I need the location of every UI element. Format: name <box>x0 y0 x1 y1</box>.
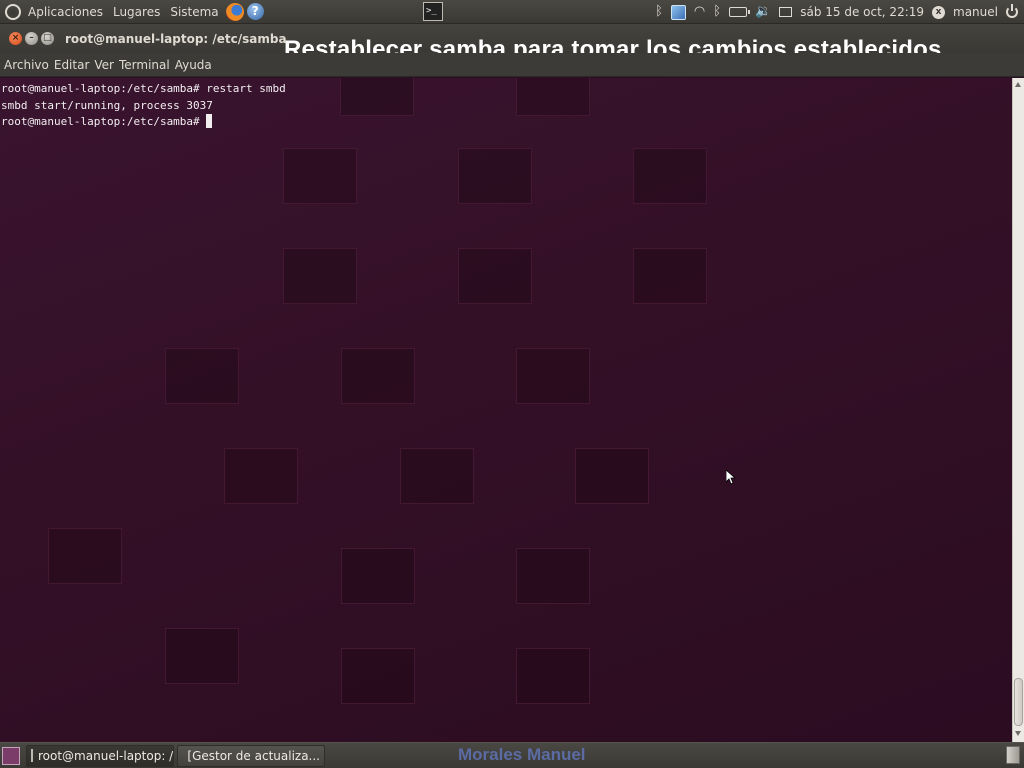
maximize-button[interactable]: □ <box>41 32 54 45</box>
scrollbar-thumb[interactable] <box>1014 678 1023 726</box>
taskbar-item-terminal[interactable]: root@manuel-laptop: /e... <box>26 744 174 767</box>
top-panel: Aplicaciones Lugares Sistema ? >_ ᛒ ◠ ᛒ … <box>0 0 1024 24</box>
terminal-icon <box>31 749 33 762</box>
user-name[interactable]: manuel <box>953 5 998 19</box>
menu-ver[interactable]: Ver <box>92 58 117 72</box>
wifi-icon[interactable]: ◠ <box>694 0 705 24</box>
terminal-area[interactable]: root@manuel-laptop:/etc/samba# restart s… <box>0 78 1012 742</box>
desktop-ghost-icon <box>283 148 357 204</box>
terminal-launcher-icon[interactable]: >_ <box>423 2 443 21</box>
minimize-button[interactable]: – <box>25 32 38 45</box>
window-title: root@manuel-laptop: /etc/samba <box>65 31 287 46</box>
desktop-ghost-icon <box>165 628 239 684</box>
help-icon[interactable]: ? <box>246 3 264 20</box>
desktop-ghost-icon <box>458 248 532 304</box>
power-icon[interactable] <box>1006 4 1018 18</box>
close-button[interactable]: × <box>9 32 22 45</box>
terminal-output: root@manuel-laptop:/etc/samba# restart s… <box>1 81 286 131</box>
battery-icon[interactable] <box>729 7 751 17</box>
trash-icon[interactable] <box>1006 746 1020 764</box>
scroll-up-arrow-icon[interactable] <box>1015 82 1021 87</box>
desktop-ghost-icon <box>633 148 707 204</box>
user-icon[interactable]: x <box>932 5 946 19</box>
scroll-down-arrow-icon[interactable] <box>1015 731 1021 736</box>
terminal-prompt: root@manuel-laptop:/etc/samba# <box>1 115 207 128</box>
ubuntu-logo-icon[interactable] <box>5 3 21 20</box>
desktop-ghost-icon <box>516 348 590 404</box>
mail-icon[interactable] <box>779 7 793 17</box>
desktop-ghost-icon <box>283 248 357 304</box>
menu-terminal[interactable]: Terminal <box>117 58 173 72</box>
desktop-ghost-icon <box>516 78 590 116</box>
desktop-ghost-icon <box>341 548 415 604</box>
show-desktop-button[interactable] <box>2 746 20 765</box>
watermark: Morales Manuel <box>458 745 586 764</box>
menu-aplicaciones[interactable]: Aplicaciones <box>23 0 108 24</box>
terminal-line: root@manuel-laptop:/etc/samba# restart s… <box>1 82 286 95</box>
taskbar-item-label: root@manuel-laptop: /e... <box>38 748 174 763</box>
desktop-ghost-icon <box>341 348 415 404</box>
bluetooth-icon[interactable]: ᛒ <box>713 0 721 24</box>
text-cursor <box>206 114 213 128</box>
menu-sistema[interactable]: Sistema <box>165 0 223 24</box>
desktop-ghost-icon <box>341 648 415 704</box>
desktop-ghost-icon <box>458 148 532 204</box>
desktop-ghost-icon <box>340 78 414 116</box>
menu-archivo[interactable]: Archivo <box>2 58 52 72</box>
menu-lugares[interactable]: Lugares <box>108 0 165 24</box>
terminal-menubar: Archivo Editar Ver Terminal Ayuda <box>0 53 1024 77</box>
bluetooth-icon[interactable]: ᛒ <box>655 0 663 24</box>
terminal-scrollbar[interactable] <box>1012 78 1024 742</box>
clock[interactable]: sáb 15 de oct, 22:19 <box>800 5 924 19</box>
desktop-ghost-icon <box>400 448 474 504</box>
desktop-ghost-icon <box>516 548 590 604</box>
network-icon[interactable] <box>670 4 686 20</box>
terminal-line: smbd start/running, process 3037 <box>1 98 213 112</box>
desktop-ghost-icon <box>516 648 590 704</box>
desktop-ghost-icon <box>633 248 707 304</box>
desktop-ghost-icon <box>165 348 239 404</box>
system-tray: ᛒ ◠ ᛒ 🔉 sáb 15 de oct, 22:19 x manuel <box>655 0 1024 24</box>
terminal-prompt-line[interactable]: root@manuel-laptop:/etc/samba# <box>1 114 286 131</box>
menu-ayuda[interactable]: Ayuda <box>173 58 215 72</box>
volume-icon[interactable]: 🔉 <box>755 0 771 24</box>
desktop-ghost-icon <box>224 448 298 504</box>
desktop-ghost-icon <box>575 448 649 504</box>
menu-editar[interactable]: Editar <box>52 58 93 72</box>
taskbar-item-update-manager[interactable]: [Gestor de actualiza... <box>177 744 325 767</box>
firefox-icon[interactable] <box>225 2 244 21</box>
taskbar-item-label: [Gestor de actualiza... <box>187 748 320 763</box>
desktop-ghost-icon <box>48 528 122 584</box>
